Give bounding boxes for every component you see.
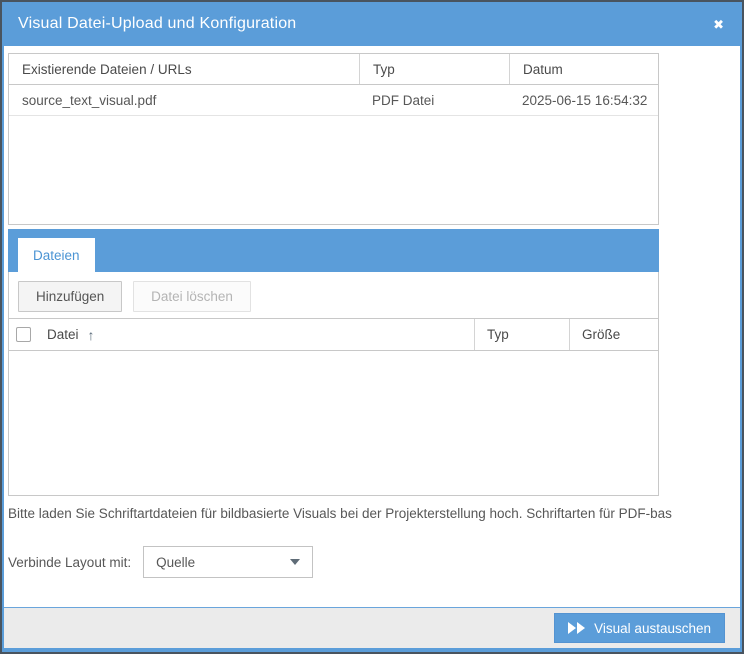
file-date: 2025-06-15 16:54:32 bbox=[509, 93, 658, 108]
header-datum: Datum bbox=[509, 54, 658, 84]
header-typ: Typ bbox=[359, 54, 509, 84]
header-datei-label: Datei bbox=[47, 327, 79, 342]
tab-dateien[interactable]: Dateien bbox=[18, 238, 95, 272]
close-icon[interactable]: ✖ bbox=[711, 14, 726, 35]
select-all-checkbox[interactable] bbox=[16, 327, 31, 342]
swap-visual-button[interactable]: Visual austauschen bbox=[554, 613, 725, 643]
upload-panel: Hinzufügen Datei löschen Datei ↑ Typ Grö… bbox=[8, 272, 659, 496]
select-all-cell bbox=[9, 319, 41, 350]
swap-visual-button-label: Visual austauschen bbox=[594, 621, 711, 636]
header-existing-files: Existierende Dateien / URLs bbox=[9, 54, 359, 84]
upload-grid-header-row: Datei ↑ Typ Größe bbox=[9, 319, 658, 351]
tab-dateien-label: Dateien bbox=[33, 248, 80, 263]
header-groesse[interactable]: Größe bbox=[569, 319, 658, 350]
dialog-body: Existierende Dateien / URLs Typ Datum so… bbox=[4, 46, 740, 607]
tabstrip: Dateien bbox=[8, 229, 659, 272]
existing-files-grid: Existierende Dateien / URLs Typ Datum so… bbox=[8, 53, 659, 225]
sort-ascending-icon: ↑ bbox=[88, 327, 95, 343]
add-file-button[interactable]: Hinzufügen bbox=[18, 281, 122, 312]
file-name: source_text_visual.pdf bbox=[9, 93, 359, 108]
layout-select-value: Quelle bbox=[156, 555, 290, 570]
dialog-title: Visual Datei-Upload und Konfiguration bbox=[18, 15, 711, 33]
delete-file-button[interactable]: Datei löschen bbox=[133, 281, 251, 312]
upload-grid-body bbox=[9, 351, 658, 495]
dialog-footer: Visual austauschen bbox=[4, 607, 740, 648]
fast-forward-icon bbox=[568, 622, 585, 634]
existing-files-header-row: Existierende Dateien / URLs Typ Datum bbox=[9, 54, 658, 85]
upload-toolbar: Hinzufügen Datei löschen bbox=[9, 272, 658, 319]
header-datei[interactable]: Datei ↑ bbox=[41, 319, 474, 350]
visual-upload-dialog: Visual Datei-Upload und Konfiguration ✖ … bbox=[0, 0, 744, 654]
layout-select-dropdown[interactable]: Quelle bbox=[143, 546, 313, 578]
layout-select-row: Verbinde Layout mit: Quelle bbox=[8, 546, 736, 578]
dialog-titlebar: Visual Datei-Upload und Konfiguration ✖ bbox=[2, 2, 742, 46]
file-type: PDF Datei bbox=[359, 93, 509, 108]
chevron-down-icon bbox=[290, 559, 300, 565]
layout-select-label: Verbinde Layout mit: bbox=[8, 555, 131, 570]
header-typ2[interactable]: Typ bbox=[474, 319, 569, 350]
font-upload-hint: Bitte laden Sie Schriftartdateien für bi… bbox=[8, 506, 738, 521]
existing-file-row[interactable]: source_text_visual.pdf PDF Datei 2025-06… bbox=[9, 85, 658, 116]
